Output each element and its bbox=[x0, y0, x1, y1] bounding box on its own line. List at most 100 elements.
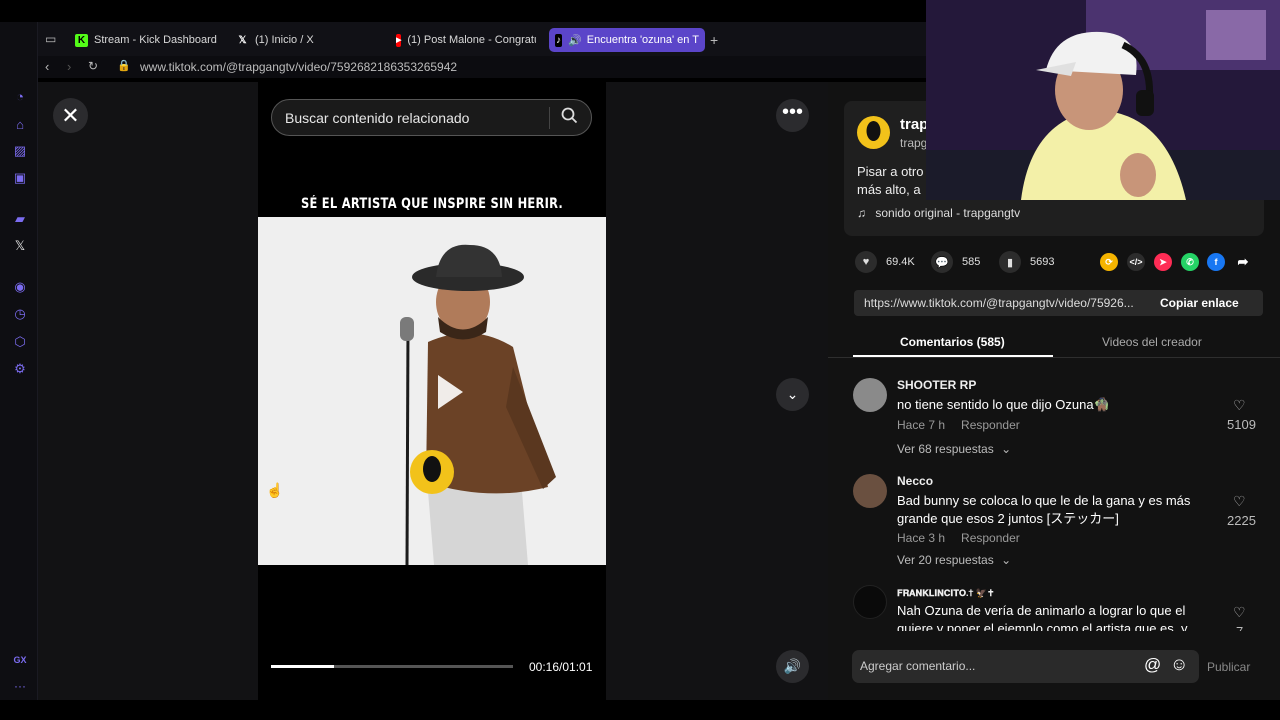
tab-kick[interactable]: K Stream - Kick Dashboard bbox=[75, 28, 220, 52]
comment-bubble-icon: 💬 bbox=[931, 251, 953, 273]
video-frame[interactable] bbox=[258, 217, 606, 565]
comment-item: Necco Bad bunny se coloca lo que le de l… bbox=[853, 474, 1263, 569]
new-tab-icon[interactable]: + bbox=[710, 32, 718, 48]
comment-stat[interactable]: 💬 585 bbox=[931, 251, 981, 273]
gx-icon[interactable]: GX bbox=[12, 652, 28, 668]
comment-user[interactable]: 𝐅𝐑𝐀𝐍𝐊𝐋𝐈𝐍𝐂𝐈𝐓𝐎.✝ 🦅✝ bbox=[897, 588, 995, 599]
video-progress-bar[interactable] bbox=[271, 665, 513, 668]
comment-count: 585 bbox=[962, 256, 981, 268]
reply-button[interactable]: Responder bbox=[961, 531, 1020, 545]
creator-name[interactable]: trap bbox=[900, 116, 928, 133]
embed-code-icon[interactable]: </> bbox=[1127, 253, 1145, 271]
view-replies-button[interactable]: Ver 68 respuestas ⌄ bbox=[897, 442, 1011, 456]
next-video-button[interactable]: ⌄ bbox=[776, 378, 809, 411]
comment-text: Nah Ozuna de vería de animarlo a lograr … bbox=[897, 603, 1188, 631]
tab-youtube[interactable]: ▶ (1) Post Malone - Congratu bbox=[396, 28, 536, 52]
avatar[interactable] bbox=[853, 585, 887, 619]
video-still-illustration bbox=[258, 217, 606, 565]
video-time: 00:16/01:01 bbox=[529, 660, 593, 674]
chevron-down-icon: ⌄ bbox=[1001, 553, 1012, 567]
creator-avatar[interactable] bbox=[857, 116, 890, 149]
webcam-illustration bbox=[926, 0, 1280, 200]
settings-gear-icon[interactable]: ⚙ bbox=[12, 361, 28, 377]
tiktok-icon: ♪ bbox=[555, 33, 563, 47]
crypto-wallet-icon[interactable]: ⌂ bbox=[12, 116, 28, 132]
copy-link-button[interactable]: Copiar enlace bbox=[1160, 296, 1239, 310]
chevron-down-icon: ⌄ bbox=[786, 386, 799, 402]
avatar[interactable] bbox=[853, 378, 887, 412]
player-icon[interactable]: ▨ bbox=[12, 143, 28, 159]
search-icon[interactable] bbox=[561, 107, 578, 129]
kick-icon: K bbox=[75, 33, 88, 47]
twitch-icon[interactable]: ▰ bbox=[12, 211, 28, 227]
messenger-icon[interactable]: ▣ bbox=[12, 170, 28, 186]
sound-row[interactable]: ♫ sonido original - trapgangtv bbox=[857, 206, 1020, 220]
search-divider bbox=[549, 107, 550, 129]
tab-label: Stream - Kick Dashboard bbox=[94, 34, 217, 46]
comment-input[interactable]: Agregar comentario... @ ☺ bbox=[852, 650, 1199, 683]
comment-user[interactable]: SHOOTER RP bbox=[897, 378, 976, 392]
comment-time: Hace 3 h bbox=[897, 531, 946, 545]
extensions-icon[interactable]: ⬡ bbox=[12, 334, 28, 350]
send-icon[interactable]: ➤ bbox=[1154, 253, 1172, 271]
comment-text: Bad bunny se coloca lo que le de la gana… bbox=[897, 493, 1191, 526]
screen: ▭ K Stream - Kick Dashboard 𝕏 (1) Inicio… bbox=[0, 0, 1280, 720]
play-circle-icon[interactable]: ◉ bbox=[12, 279, 28, 295]
tab-x[interactable]: 𝕏 (1) Inicio / X bbox=[236, 28, 386, 52]
emoji-icon[interactable]: ☺ bbox=[1170, 654, 1188, 675]
close-icon: ✕ bbox=[61, 102, 80, 128]
comment-item: 𝐅𝐑𝐀𝐍𝐊𝐋𝐈𝐍𝐂𝐈𝐓𝐎.✝ 🦅✝ Nah Ozuna de vería de … bbox=[853, 585, 1263, 631]
replies-label: Ver 68 respuestas bbox=[897, 442, 994, 456]
forward-icon[interactable]: › bbox=[67, 59, 71, 74]
panel-tabs: Comentarios (585) Videos del creador bbox=[828, 330, 1280, 358]
repost-icon[interactable]: ⟳ bbox=[1100, 253, 1118, 271]
comment-user[interactable]: Necco bbox=[897, 474, 933, 488]
view-replies-button[interactable]: Ver 20 respuestas ⌄ bbox=[897, 553, 1011, 567]
close-button[interactable]: ✕ bbox=[53, 98, 88, 133]
tab-creator-videos[interactable]: Videos del creador bbox=[1102, 335, 1202, 349]
share-link-box: https://www.tiktok.com/@trapgangtv/video… bbox=[854, 290, 1263, 316]
comment-meta: Hace 7 h Responder bbox=[897, 418, 1020, 432]
search-bar[interactable]: Buscar contenido relacionado bbox=[271, 99, 592, 136]
comment-meta: Hace 3 h Responder bbox=[897, 531, 1020, 545]
comment-heart-icon[interactable]: ♡ bbox=[1233, 604, 1246, 621]
x-sidebar-icon[interactable]: 𝕏 bbox=[12, 238, 28, 254]
tab-underline bbox=[853, 355, 1053, 357]
comment-like-count: 2225 bbox=[1227, 513, 1256, 528]
aria-icon[interactable]: ◔ bbox=[12, 88, 28, 104]
speaker-icon: 🔊 bbox=[568, 34, 582, 47]
tab-overview-icon[interactable]: ▭ bbox=[45, 32, 56, 46]
whatsapp-icon[interactable]: ✆ bbox=[1181, 253, 1199, 271]
more-dots-icon[interactable]: ··· bbox=[12, 678, 28, 694]
mouse-cursor-icon: ☝ bbox=[266, 482, 284, 498]
share-arrow-icon[interactable]: ➦ bbox=[1234, 253, 1252, 271]
reply-button[interactable]: Responder bbox=[961, 418, 1020, 432]
volume-button[interactable]: 🔊 bbox=[776, 650, 809, 683]
tab-tiktok[interactable]: ♪ 🔊 Encuentra 'ozuna' en T bbox=[549, 28, 705, 52]
sound-label: sonido original - trapgangtv bbox=[875, 206, 1021, 220]
bookmark-icon: ▮ bbox=[999, 251, 1021, 273]
lock-icon: 🔒 bbox=[117, 60, 131, 72]
back-icon[interactable]: ‹ bbox=[45, 59, 49, 74]
reload-icon[interactable]: ↻ bbox=[88, 59, 98, 73]
share-link-text[interactable]: https://www.tiktok.com/@trapgangtv/video… bbox=[864, 296, 1134, 310]
bottom-strip bbox=[0, 700, 1280, 720]
sidebar-rail: ◔ ⌂ ▨ ▣ ▰ 𝕏 ◉ ◷ ⬡ ⚙ GX ··· bbox=[0, 22, 38, 702]
history-icon[interactable]: ◷ bbox=[12, 306, 28, 322]
facebook-icon[interactable]: f bbox=[1207, 253, 1225, 271]
like-stat[interactable]: ♥ 69.4K bbox=[855, 251, 915, 273]
avatar[interactable] bbox=[853, 474, 887, 508]
search-input[interactable]: Buscar contenido relacionado bbox=[285, 110, 469, 126]
more-options-button[interactable]: ••• bbox=[776, 99, 809, 132]
comment-item: SHOOTER RP no tiene sentido lo que dijo … bbox=[853, 378, 1263, 458]
publish-button[interactable]: Publicar bbox=[1207, 660, 1250, 674]
creator-handle[interactable]: trapg bbox=[900, 136, 927, 150]
youtube-icon: ▶ bbox=[396, 33, 402, 47]
url-text[interactable]: www.tiktok.com/@trapgangtv/video/7592682… bbox=[140, 60, 457, 74]
comment-heart-icon[interactable]: ♡ bbox=[1233, 397, 1246, 414]
tab-comments[interactable]: Comentarios (585) bbox=[900, 335, 1005, 349]
save-stat[interactable]: ▮ 5693 bbox=[999, 251, 1054, 273]
webcam-overlay bbox=[926, 0, 1280, 200]
comment-heart-icon[interactable]: ♡ bbox=[1233, 493, 1246, 510]
mention-icon[interactable]: @ bbox=[1144, 655, 1161, 675]
